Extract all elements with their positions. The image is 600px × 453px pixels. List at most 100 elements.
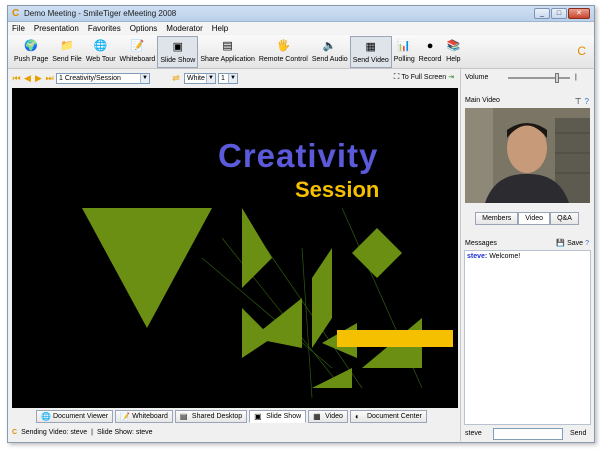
toolbar-remote-control-button[interactable]: 🖐 Remote Control [257, 36, 310, 68]
volume-end-icon: | [575, 74, 577, 81]
video-frame [465, 108, 590, 203]
tab-members[interactable]: Members [475, 212, 519, 225]
app-logo-icon: C [12, 8, 20, 19]
chat-input-row: steve Send [462, 427, 592, 440]
tab-whiteboard[interactable]: 📝 Whiteboard [115, 410, 173, 423]
menu-favorites[interactable]: Favorites [88, 24, 121, 33]
status-slide-show: Slide Show: steve [96, 429, 153, 436]
tab-document-viewer[interactable]: 🌐 Document Viewer [36, 410, 114, 423]
full-screen-button[interactable]: ⛶ To Full Screen ⇥ [394, 72, 454, 82]
message-author: steve: [467, 253, 488, 260]
tab-document-center[interactable]: ◐ Document Center [349, 410, 427, 423]
speaker-icon: 🔈 [322, 40, 337, 52]
menu-bar: File Presentation Favorites Options Mode… [8, 22, 594, 34]
toolbar-send-file-button[interactable]: 📁 Send File [50, 36, 84, 68]
tab-shared-desktop[interactable]: ▤ Shared Desktop [174, 410, 248, 423]
slide-shape-parallelogram [312, 248, 332, 348]
help-icon[interactable]: ? [585, 96, 589, 108]
slide-select[interactable]: 1 Creativity/Session ▼ [56, 73, 150, 84]
color-select-value: White [187, 75, 205, 82]
video-icon: ▦ [365, 41, 376, 53]
share-app-icon: ▤ [222, 40, 233, 52]
menu-options[interactable]: Options [130, 24, 158, 33]
chevron-down-icon: ▼ [206, 74, 215, 83]
tab-slide-show[interactable]: ▣ Slide Show [249, 410, 307, 423]
pen-tool-icon[interactable]: ⇌ [170, 73, 182, 84]
volume-track[interactable] [508, 77, 570, 79]
slide-title: Creativity [218, 137, 379, 174]
tab-q-a[interactable]: Q&A [550, 212, 579, 225]
toolbar-label: Help [446, 56, 461, 63]
toolbar-push-page-button[interactable]: 🌍 Push Page [12, 36, 50, 68]
toolbar-slide-show-button[interactable]: ▣ Slide Show [157, 36, 199, 68]
tab-video[interactable]: Video [518, 212, 551, 225]
toolbar-share-application-button[interactable]: ▤ Share Application [198, 36, 256, 68]
close-button[interactable]: ✕ [568, 8, 590, 19]
size-select[interactable]: 1 ▼ [218, 73, 238, 84]
web-tour-icon: 🌐 [93, 40, 108, 52]
window-title: Demo Meeting - SmileTiger eMeeting 2008 [24, 9, 177, 18]
minimize-button[interactable]: _ [534, 8, 550, 19]
previous-slide-icon[interactable]: ◀ [23, 73, 32, 84]
menu-help[interactable]: Help [212, 24, 228, 33]
toolbar-label: Polling [393, 56, 415, 63]
document-center-icon: ◐ [354, 412, 360, 421]
chevron-down-icon: ▼ [140, 74, 149, 83]
shared-desktop-icon: ▤ [179, 412, 188, 421]
next-slide-icon[interactable]: ▶ [34, 73, 43, 84]
toolbar-label: Share Application [200, 56, 255, 63]
messages-header: Messages 💾 Save ? [462, 238, 592, 250]
pin-icon[interactable]: ⊤ [575, 96, 582, 108]
full-screen-label: To Full Screen [401, 73, 447, 81]
slideshow-icon: ▣ [172, 41, 184, 53]
size-select-value: 1 [221, 75, 225, 82]
menu-file[interactable]: File [12, 24, 25, 33]
message-row: steve: Welcome! [467, 253, 588, 260]
toolbar-send-video-button[interactable]: ▦ Send Video [349, 36, 392, 68]
menu-moderator[interactable]: Moderator [166, 24, 202, 33]
chat-user: steve [465, 430, 482, 437]
send-button[interactable]: Send [570, 430, 586, 437]
status-separator: | [91, 429, 93, 436]
toolbar-label: Web Tour [85, 56, 116, 63]
toolbar-label: Send File [52, 56, 82, 63]
title-bar: C Demo Meeting - SmileTiger eMeeting 200… [8, 6, 594, 22]
maximize-button[interactable]: □ [551, 8, 567, 19]
chat-input[interactable] [493, 427, 563, 440]
toolbar-whiteboard-button[interactable]: 📝 Whiteboard [118, 36, 158, 68]
people-tabs: Members Video Q&A [462, 212, 592, 225]
exit-icon: ⇥ [448, 74, 454, 81]
toolbar-label: Send Video [352, 57, 389, 64]
save-icon: 💾 [556, 240, 566, 247]
full-screen-icon: ⛶ [393, 72, 400, 81]
toolbar-help-button[interactable]: 📚 Help [443, 36, 463, 68]
volume-slider-thumb[interactable] [554, 73, 559, 83]
tab-label: Document Center [366, 413, 422, 420]
toolbar-polling-button[interactable]: 📊 Polling [392, 36, 417, 68]
tab-label: Video [325, 413, 343, 420]
color-select[interactable]: White ▼ [184, 73, 216, 84]
main-video-feed [465, 108, 590, 203]
volume-label: Volume [465, 74, 489, 81]
last-slide-icon[interactable]: ⏭ [45, 73, 54, 84]
first-slide-icon[interactable]: ⏮ [12, 73, 21, 84]
toolbar-label: Record [418, 56, 442, 63]
message-text: Welcome! [489, 253, 521, 260]
panel-divider [460, 69, 461, 441]
toolbar-send-audio-button[interactable]: 🔈 Send Audio [310, 36, 350, 68]
toolbar-label: Remote Control [258, 56, 308, 63]
toolbar-web-tour-button[interactable]: 🌐 Web Tour [84, 36, 118, 68]
slide-graphics [82, 207, 453, 399]
status-sending-video: Sending Video: steve [21, 429, 88, 436]
help-icon[interactable]: ? [585, 238, 589, 250]
toolbar-record-button[interactable]: ● Record [417, 36, 444, 68]
messages-panel[interactable]: steve: Welcome! [464, 250, 591, 425]
video-bookshelf-left [465, 108, 493, 203]
tab-label: Document Viewer [53, 413, 109, 420]
tab-video[interactable]: ▦ Video [308, 410, 348, 423]
status-bar: C Sending Video: steve | Slide Show: ste… [12, 426, 458, 440]
menu-presentation[interactable]: Presentation [34, 24, 79, 33]
status-logo-icon: C [12, 429, 18, 436]
document-viewer-icon: 🌐 [41, 412, 51, 421]
save-button[interactable]: 💾 Save ? [556, 238, 589, 250]
